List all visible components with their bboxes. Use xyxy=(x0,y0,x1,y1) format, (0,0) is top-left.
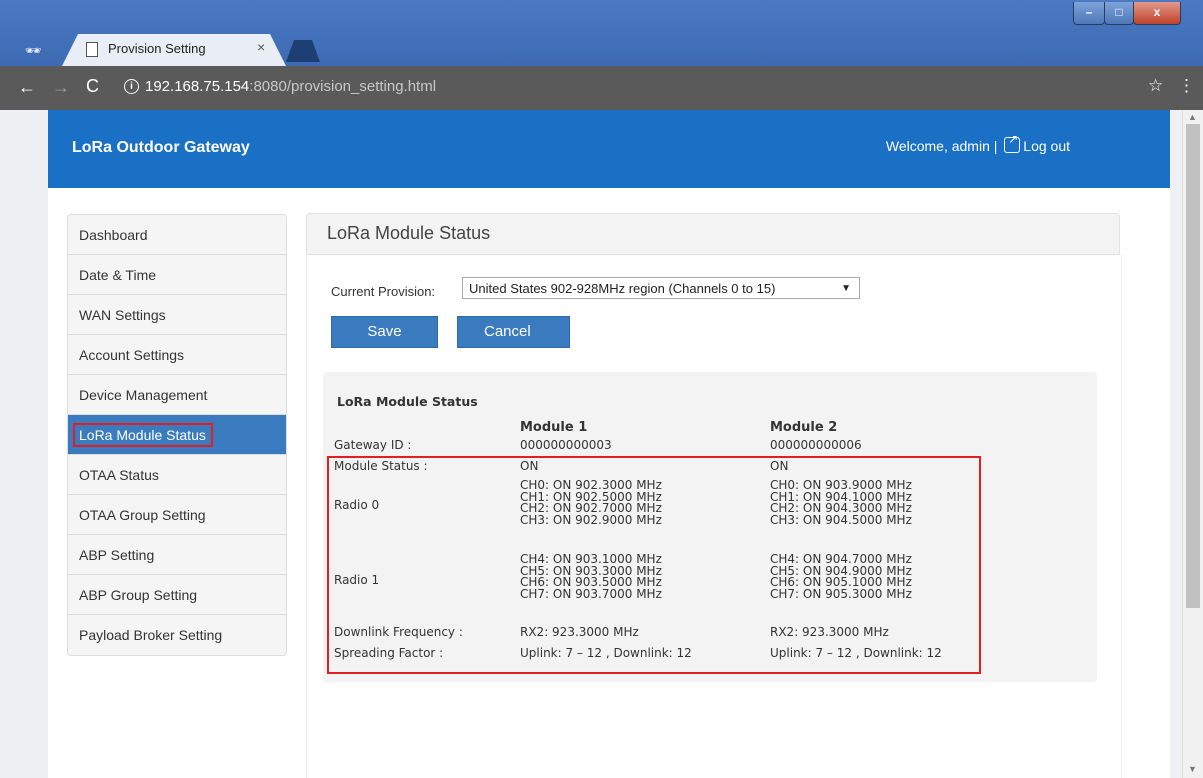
scroll-up-icon[interactable]: ▲ xyxy=(1188,112,1197,122)
forward-icon[interactable]: → xyxy=(52,77,70,98)
status-panel: LoRa Module Status Module 1 Module 2 Gat… xyxy=(323,372,1097,682)
address-bar[interactable]: 192.168.75.154:8080/provision_setting.ht… xyxy=(145,78,436,95)
back-icon[interactable]: ← xyxy=(18,77,36,98)
column-header-module-1: Module 1 xyxy=(520,420,588,435)
minimize-button[interactable]: – xyxy=(1073,2,1105,25)
page-title: LoRa Module Status xyxy=(327,223,491,243)
scroll-thumb[interactable] xyxy=(1186,124,1200,608)
url-path: :8080/provision_setting.html xyxy=(249,78,437,95)
close-window-button[interactable]: x xyxy=(1133,2,1181,25)
page-icon xyxy=(86,42,98,57)
gateway-id-2: 000000000006 xyxy=(770,438,862,452)
incognito-icon: 🕶 xyxy=(24,43,42,58)
menu-icon[interactable]: ⋮ xyxy=(1178,76,1195,96)
highlight-box xyxy=(327,456,981,674)
scroll-down-icon[interactable]: ▼ xyxy=(1188,764,1197,774)
provision-value: United States 902-928MHz region (Channel… xyxy=(469,281,776,296)
reload-icon[interactable]: C xyxy=(86,76,99,97)
provision-label: Current Provision: xyxy=(331,284,436,299)
content-header: LoRa Module Status xyxy=(306,213,1120,255)
info-icon[interactable]: i xyxy=(124,79,139,94)
cancel-button[interactable]: Cancel xyxy=(457,316,570,348)
bookmark-star-icon[interactable]: ☆ xyxy=(1148,76,1163,96)
provision-select[interactable]: United States 902-928MHz region (Channel… xyxy=(462,277,860,299)
dropdown-arrow-icon: ▼ xyxy=(841,283,851,294)
maximize-button[interactable]: □ xyxy=(1104,2,1134,25)
content-body: Current Provision: United States 902-928… xyxy=(306,254,1122,778)
status-panel-title: LoRa Module Status xyxy=(337,394,478,409)
save-button[interactable]: Save xyxy=(331,316,438,348)
close-tab-icon[interactable]: × xyxy=(257,39,265,55)
gateway-id-1: 000000000003 xyxy=(520,438,612,452)
tab-title: Provision Setting xyxy=(108,41,206,56)
vertical-scrollbar[interactable]: ▲ ▼ xyxy=(1182,110,1203,778)
column-header-module-2: Module 2 xyxy=(770,420,838,435)
gateway-id-label: Gateway ID : xyxy=(334,438,412,452)
content-area: LoRa Module Status Current Provision: Un… xyxy=(48,110,1170,778)
url-host: 192.168.75.154 xyxy=(145,78,250,95)
